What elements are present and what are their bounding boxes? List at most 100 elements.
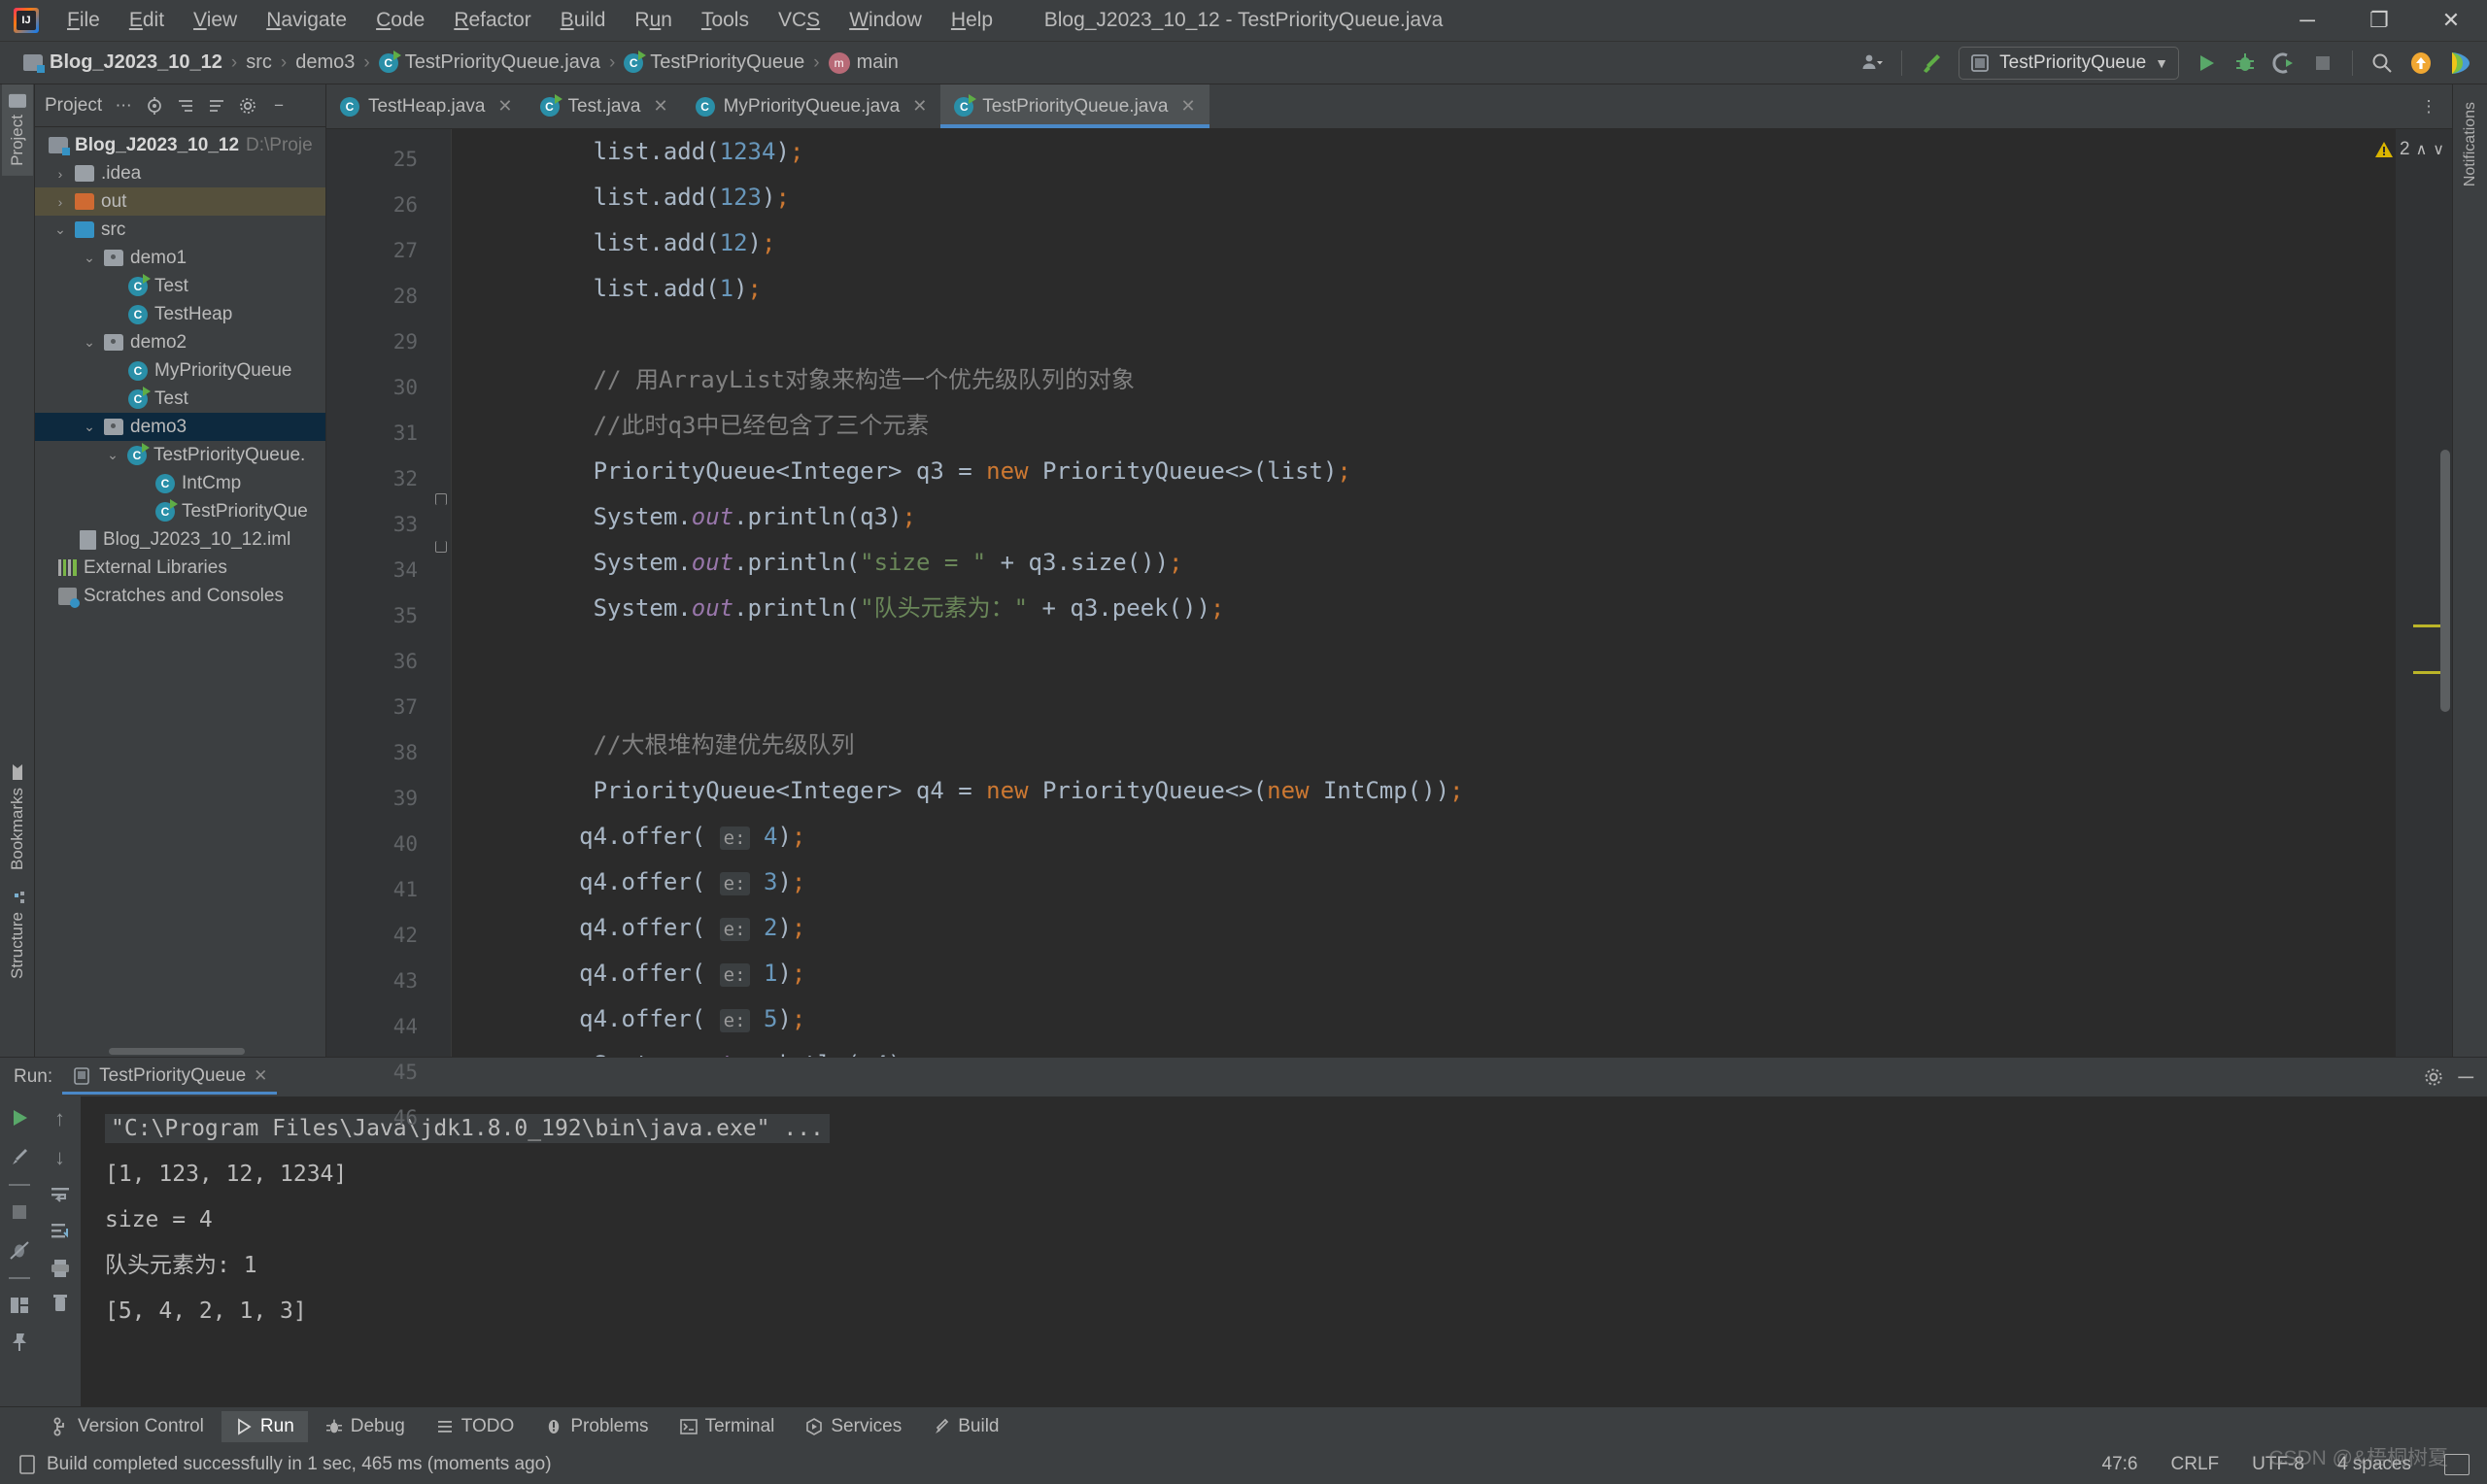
run-with-coverage-button[interactable] <box>2266 47 2301 80</box>
chevron-right-icon[interactable]: › <box>52 166 68 182</box>
expand-all-icon[interactable] <box>172 92 199 119</box>
fold-region-end-icon[interactable] <box>435 541 447 553</box>
fold-region-start-icon[interactable] <box>435 493 447 505</box>
tree-item-demo1[interactable]: ⌄ demo1 <box>35 244 325 272</box>
soft-wrap-button[interactable] <box>49 1184 72 1207</box>
close-icon[interactable]: ✕ <box>254 1066 267 1086</box>
tool-tab-problems[interactable]: Problems <box>531 1411 662 1442</box>
editor-vertical-scrollbar[interactable] <box>2440 450 2450 712</box>
project-tree[interactable]: Blog_J2023_10_12 D:\Proje › .idea › out <box>35 127 325 1045</box>
analysis-marker-gutter[interactable]: 2 ∧ ∨ <box>2374 129 2452 1057</box>
close-icon[interactable]: ✕ <box>912 96 927 117</box>
stop-button[interactable] <box>2305 47 2340 80</box>
maximize-button[interactable]: ❐ <box>2343 0 2415 42</box>
scroll-to-end-button[interactable] <box>49 1221 72 1244</box>
rerun-button[interactable] <box>8 1106 31 1130</box>
menu-edit[interactable]: Edit <box>115 5 179 36</box>
tool-tab-version-control[interactable]: Version Control <box>39 1411 218 1442</box>
breadcrumb-item-demo3[interactable]: demo3 <box>290 49 360 77</box>
close-icon[interactable]: ✕ <box>1180 96 1195 117</box>
gear-icon[interactable] <box>2423 1066 2444 1088</box>
scroll-down-icon[interactable]: ↓ <box>54 1145 65 1170</box>
warning-stripe[interactable] <box>2413 671 2442 674</box>
caret-position[interactable]: 47:6 <box>2102 1454 2138 1475</box>
chevron-up-icon[interactable]: ∧ <box>2416 140 2428 159</box>
breadcrumb-item-class[interactable]: C TestPriorityQueue <box>618 49 810 77</box>
code-editor[interactable]: 25 26 27 28 29 30 31 32 33 34 35 36 37 3… <box>326 129 2452 1130</box>
hide-panel-icon[interactable]: − <box>265 92 292 119</box>
build-hammer-icon[interactable] <box>1914 47 1949 80</box>
menu-help[interactable]: Help <box>937 5 1007 36</box>
menu-build[interactable]: Build <box>546 5 621 36</box>
indent-setting[interactable]: 4 spaces <box>2337 1454 2411 1475</box>
sidebar-tab-structure[interactable]: Structure <box>2 880 33 989</box>
tree-item-demo3[interactable]: ⌄ demo3 <box>35 413 325 441</box>
tree-item-scratches[interactable]: Scratches and Consoles <box>35 582 325 610</box>
tree-item-intcmp[interactable]: C IntCmp <box>35 469 325 497</box>
tool-tab-services[interactable]: Services <box>792 1411 915 1442</box>
pin-button[interactable] <box>9 1332 30 1353</box>
line-separator[interactable]: CRLF <box>2171 1454 2220 1475</box>
update-icon[interactable] <box>2403 47 2438 80</box>
breadcrumb-item-file[interactable]: C TestPriorityQueue.java <box>373 49 606 77</box>
menu-file[interactable]: File <box>52 5 115 36</box>
scroll-up-icon[interactable]: ↑ <box>54 1106 65 1131</box>
suppress-button[interactable] <box>8 1238 31 1262</box>
code-folding-column[interactable] <box>433 129 451 1057</box>
search-icon[interactable] <box>2365 47 2400 80</box>
console-output[interactable]: "C:\Program Files\Java\jdk1.8.0_192\bin\… <box>82 1096 2487 1406</box>
sidebar-tab-bookmarks[interactable]: Bookmarks <box>2 754 33 880</box>
user-account-icon[interactable] <box>1855 47 1890 80</box>
breadcrumb-item-method[interactable]: m main <box>823 49 904 77</box>
tree-item-demo2-test[interactable]: C Test <box>35 385 325 413</box>
warning-stripe[interactable] <box>2413 624 2442 627</box>
ide-feature-icon[interactable] <box>2442 47 2477 80</box>
tree-item-testpriorityqueue-file[interactable]: ⌄ C TestPriorityQueue. <box>35 441 325 469</box>
gear-icon[interactable] <box>234 92 261 119</box>
menu-navigate[interactable]: Navigate <box>252 5 361 36</box>
minimize-button[interactable]: ─ <box>2271 0 2343 42</box>
chevron-right-icon[interactable]: › <box>52 194 68 210</box>
lock-status-icon[interactable] <box>2444 1454 2470 1475</box>
editor-tab-test[interactable]: C Test.java ✕ <box>527 84 682 128</box>
chevron-down-icon[interactable]: ⌄ <box>82 419 97 435</box>
editor-tab-mypriorityqueue[interactable]: C MyPriorityQueue.java ✕ <box>682 84 941 128</box>
editor-tab-testpriorityqueue[interactable]: C TestPriorityQueue.java ✕ <box>940 84 1209 128</box>
stop-button[interactable] <box>9 1201 30 1223</box>
locate-file-icon[interactable] <box>141 92 168 119</box>
menu-run[interactable]: Run <box>620 5 687 36</box>
run-session-tab[interactable]: TestPriorityQueue ✕ <box>62 1061 278 1095</box>
edit-configuration-button[interactable] <box>8 1145 31 1168</box>
tree-item-idea[interactable]: › .idea <box>35 159 325 187</box>
more-tabs-icon[interactable]: ⋮ <box>2415 93 2442 120</box>
more-options-icon[interactable]: ⋯ <box>110 92 137 119</box>
tree-item-out[interactable]: › out <box>35 187 325 216</box>
tool-tab-terminal[interactable]: Terminal <box>666 1411 789 1442</box>
chevron-down-icon[interactable]: ⌄ <box>105 447 120 463</box>
file-encoding[interactable]: UTF-8 <box>2252 1454 2304 1475</box>
editor-tab-testheap[interactable]: C TestHeap.java ✕ <box>326 84 527 128</box>
layout-settings-button[interactable] <box>9 1295 30 1316</box>
project-horizontal-scrollbar[interactable] <box>35 1045 325 1057</box>
minimize-panel-icon[interactable]: ─ <box>2458 1064 2473 1090</box>
tree-item-demo1-test[interactable]: C Test <box>35 272 325 300</box>
inspection-status[interactable]: 2 ∧ ∨ <box>2374 139 2444 160</box>
close-button[interactable]: ✕ <box>2415 0 2487 42</box>
tree-item-testheap[interactable]: C TestHeap <box>35 300 325 328</box>
chevron-down-icon[interactable]: ⌄ <box>52 221 68 238</box>
tree-item-iml[interactable]: Blog_J2023_10_12.iml <box>35 525 325 554</box>
menu-vcs[interactable]: VCS <box>764 5 835 36</box>
chevron-down-icon[interactable]: ⌄ <box>82 334 97 351</box>
tree-item-testpriorityqueue-class[interactable]: C TestPriorityQue <box>35 497 325 525</box>
menu-refactor[interactable]: Refactor <box>439 5 545 36</box>
sidebar-tab-project[interactable]: Project <box>1 84 33 176</box>
chevron-down-icon[interactable]: ⌄ <box>82 250 97 266</box>
menu-code[interactable]: Code <box>361 5 439 36</box>
chevron-down-icon[interactable]: ∨ <box>2433 140 2444 159</box>
menu-view[interactable]: View <box>179 5 252 36</box>
tree-item-external-libraries[interactable]: External Libraries <box>35 554 325 582</box>
tree-item-demo2[interactable]: ⌄ demo2 <box>35 328 325 356</box>
tool-tab-todo[interactable]: TODO <box>423 1411 528 1442</box>
debug-button[interactable] <box>2228 47 2263 80</box>
clear-all-button[interactable] <box>50 1293 71 1314</box>
